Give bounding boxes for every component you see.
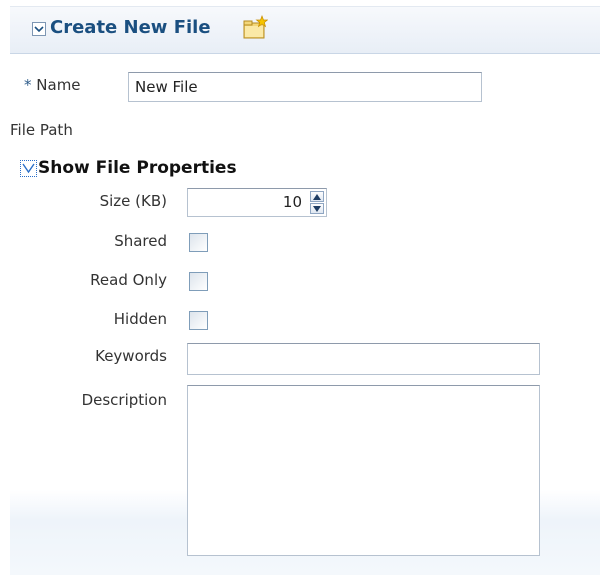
new-folder-icon bbox=[242, 15, 269, 45]
hidden-label: Hidden bbox=[113, 310, 167, 328]
panel-title: Create New File bbox=[50, 17, 211, 38]
name-input[interactable] bbox=[128, 72, 482, 102]
size-spinner[interactable]: 10 bbox=[187, 188, 327, 217]
read-only-label: Read Only bbox=[90, 271, 167, 289]
size-label: Size (KB) bbox=[99, 192, 167, 210]
expand-toggle-icon[interactable] bbox=[20, 160, 37, 177]
spin-down-icon[interactable] bbox=[310, 203, 324, 214]
name-label: * Name bbox=[24, 76, 81, 94]
create-file-panel: Create New File * Name File Path Show Fi… bbox=[10, 0, 600, 575]
collapse-chevron-icon[interactable] bbox=[32, 22, 46, 36]
required-indicator: * bbox=[24, 76, 32, 94]
name-label-text: Name bbox=[36, 76, 81, 94]
hidden-checkbox[interactable] bbox=[189, 311, 208, 330]
file-path-label: File Path bbox=[10, 121, 73, 139]
shared-label: Shared bbox=[114, 232, 167, 250]
panel-header: Create New File bbox=[10, 6, 600, 54]
keywords-label: Keywords bbox=[95, 347, 167, 365]
show-file-properties-label[interactable]: Show File Properties bbox=[38, 158, 237, 178]
description-label: Description bbox=[81, 391, 167, 409]
keywords-input[interactable] bbox=[187, 343, 540, 375]
size-value[interactable]: 10 bbox=[283, 193, 302, 211]
read-only-checkbox[interactable] bbox=[189, 272, 208, 291]
spin-up-icon[interactable] bbox=[310, 191, 324, 202]
description-textarea[interactable] bbox=[187, 385, 540, 556]
shared-checkbox[interactable] bbox=[189, 233, 208, 252]
